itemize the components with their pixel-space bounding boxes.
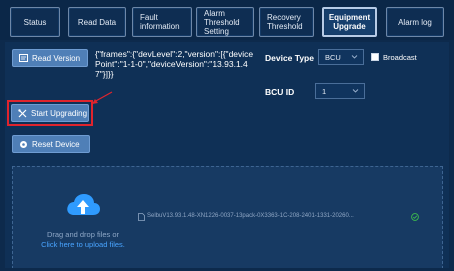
chevron-down-icon (352, 89, 359, 93)
reset-device-label: Reset Device (32, 139, 80, 149)
upload-instructions: Drag and drop files or Click here to upl… (34, 230, 132, 250)
success-check-icon (411, 213, 419, 221)
upload-prompt: Drag and drop files or (46, 230, 120, 239)
version-output: {"frames":{"devLevel":2,"version":[{"dev… (95, 49, 255, 85)
chevron-down-icon (351, 55, 358, 59)
read-version-button[interactable]: Read Version (12, 49, 88, 67)
tools-icon (18, 108, 27, 117)
broadcast-label: Broadcast (383, 53, 417, 62)
bcu-id-value: 1 (322, 86, 327, 96)
tab-bar: Status Read Data Fault information Alarm… (0, 0, 454, 40)
arrow-icon (92, 91, 113, 104)
broadcast-checkbox[interactable] (371, 53, 379, 61)
bcu-id-select[interactable]: 1 (315, 83, 365, 99)
tab-equipment-upgrade[interactable]: Equipment Upgrade (322, 7, 377, 37)
upload-link[interactable]: Click here to upload files. (34, 240, 132, 250)
read-version-label: Read Version (32, 53, 81, 63)
device-type-value: BCU (325, 52, 341, 62)
device-type-label: Device Type (265, 53, 314, 63)
reset-device-button[interactable]: Reset Device (12, 135, 90, 153)
start-upgrading-button[interactable]: Start Upgrading (11, 104, 89, 122)
tab-read-data[interactable]: Read Data (68, 7, 126, 37)
uploaded-file-name: SelbuV13.93.1.48-XN1226-0037-13pack-0X33… (147, 213, 354, 219)
reset-icon (20, 140, 27, 148)
card-icon (19, 54, 28, 62)
tab-recovery-threshold[interactable]: Recovery Threshold (259, 7, 314, 37)
tab-alarm-log[interactable]: Alarm log (386, 7, 444, 37)
bcu-id-label: BCU ID (265, 87, 295, 97)
tab-fault-information[interactable]: Fault information (132, 7, 192, 37)
tab-alarm-threshold-setting[interactable]: Alarm Threshold Setting (196, 7, 254, 37)
cloud-upload-icon (67, 194, 100, 215)
file-icon (138, 213, 145, 221)
start-upgrading-label: Start Upgrading (31, 108, 88, 118)
tab-status[interactable]: Status (10, 7, 60, 37)
app-frame: Status Read Data Fault information Alarm… (0, 0, 454, 271)
device-type-select[interactable]: BCU (318, 49, 364, 65)
